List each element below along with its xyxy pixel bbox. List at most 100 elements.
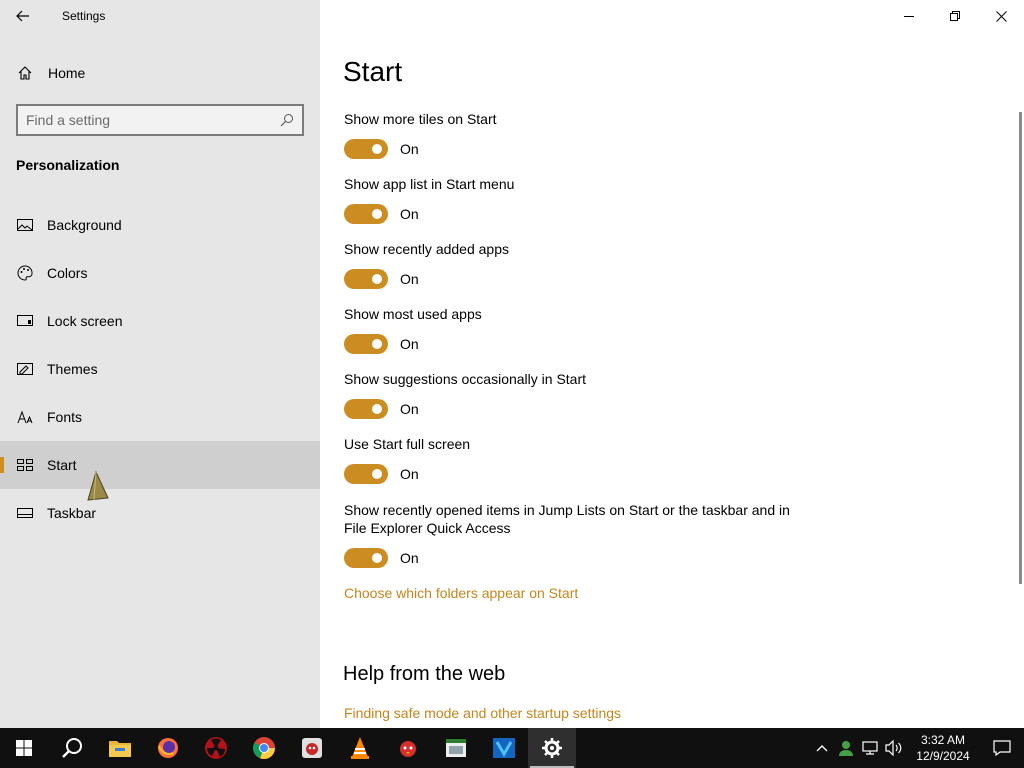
setting-label: Show app list in Start menu	[344, 176, 515, 192]
sidebar-item-label: Background	[47, 217, 122, 233]
v-app-icon	[493, 738, 515, 758]
start-button[interactable]	[0, 728, 48, 768]
toggle-state: On	[400, 141, 419, 157]
bird-app-icon	[400, 741, 416, 757]
taskbar-settings[interactable]	[528, 728, 576, 768]
taskbar-app-v[interactable]	[480, 728, 528, 768]
taskbar-file-explorer[interactable]	[96, 728, 144, 768]
toggle-state: On	[400, 401, 419, 417]
setting-label: Use Start full screen	[344, 436, 471, 452]
sidebar-item-fonts[interactable]: Fonts	[0, 393, 320, 441]
taskbar-search-button[interactable]	[48, 728, 96, 768]
setting-show-app-list: Show app list in Start menu On	[344, 175, 804, 225]
setting-jump-lists: Show recently opened items in Jump Lists…	[344, 501, 804, 569]
title-bar: Settings	[0, 0, 320, 32]
windows-logo-icon	[16, 740, 32, 756]
sidebar-item-colors[interactable]: Colors	[0, 249, 320, 297]
toggle-switch[interactable]	[344, 139, 388, 159]
radiation-icon	[205, 737, 227, 759]
taskbar-icon	[16, 504, 34, 522]
toggle-state: On	[400, 550, 419, 566]
chevron-up-icon	[816, 745, 828, 752]
restore-button[interactable]	[932, 0, 978, 32]
close-button[interactable]	[978, 0, 1024, 32]
help-section-title: Help from the web	[343, 663, 506, 685]
search-input[interactable]	[26, 112, 280, 128]
notification-icon	[993, 740, 1011, 756]
game-app-icon	[302, 738, 322, 758]
sidebar-item-background[interactable]: Background	[0, 201, 320, 249]
sidebar-item-home[interactable]: Home	[0, 52, 320, 94]
section-label-personalization: Personalization	[16, 157, 120, 173]
sidebar-item-label: Lock screen	[47, 313, 123, 329]
minimize-button[interactable]	[886, 0, 932, 32]
sidebar-item-taskbar[interactable]: Taskbar	[0, 489, 320, 537]
caption-buttons	[886, 0, 1024, 32]
home-icon	[16, 64, 34, 82]
back-button[interactable]	[0, 0, 46, 32]
toggle-switch[interactable]	[344, 204, 388, 224]
choose-folders-link[interactable]: Choose which folders appear on Start	[344, 585, 578, 601]
taskbar-firefox[interactable]	[144, 728, 192, 768]
network-button[interactable]	[858, 728, 882, 768]
taskbar-app-red[interactable]	[192, 728, 240, 768]
window-title: Settings	[62, 9, 106, 23]
home-label: Home	[48, 65, 86, 81]
taskbar-clock[interactable]: 3:32 AM 12/9/2024	[906, 732, 980, 764]
taskbar-chrome[interactable]	[240, 728, 288, 768]
sidebar-nav: Background Colors Lock screen Themes Fon…	[0, 201, 320, 537]
setting-most-used: Show most used apps On	[344, 305, 804, 355]
search-box[interactable]	[16, 104, 304, 136]
tray-user-app[interactable]	[834, 728, 858, 768]
taskbar-app-game[interactable]	[288, 728, 336, 768]
sidebar-item-start[interactable]: Start	[0, 441, 320, 489]
toggle-switch[interactable]	[344, 464, 388, 484]
toggle-switch[interactable]	[344, 399, 388, 419]
show-hidden-icons-button[interactable]	[810, 728, 834, 768]
sidebar-item-label: Start	[47, 457, 77, 473]
close-icon	[995, 10, 1007, 22]
lock-screen-icon	[16, 312, 34, 330]
sidebar-item-lock-screen[interactable]: Lock screen	[0, 297, 320, 345]
themes-icon	[16, 360, 34, 378]
fonts-icon	[16, 408, 34, 426]
system-tray: 3:32 AM 12/9/2024	[810, 728, 1024, 768]
toggle-switch[interactable]	[344, 548, 388, 568]
folder-icon	[109, 741, 131, 757]
minimize-icon	[904, 16, 914, 17]
toggle-state: On	[400, 206, 419, 222]
help-link-safe-mode[interactable]: Finding safe mode and other startup sett…	[344, 705, 621, 721]
setting-label: Show recently added apps	[344, 241, 509, 257]
user-status-icon	[839, 741, 853, 756]
palette-icon	[16, 264, 34, 282]
clock-date: 12/9/2024	[916, 749, 970, 763]
action-center-button[interactable]	[980, 728, 1024, 768]
network-icon	[862, 741, 878, 755]
setting-show-more-tiles: Show more tiles on Start On	[344, 110, 804, 160]
sidebar-item-themes[interactable]: Themes	[0, 345, 320, 393]
speaker-icon	[885, 740, 902, 756]
firefox-icon	[158, 738, 178, 758]
clock-time: 3:32 AM	[920, 733, 966, 747]
monitor-app-icon	[446, 739, 466, 757]
taskbar-vlc[interactable]	[336, 728, 384, 768]
taskbar-app-window[interactable]	[432, 728, 480, 768]
start-icon	[16, 456, 34, 474]
toggle-switch[interactable]	[344, 334, 388, 354]
search-icon	[62, 738, 82, 758]
picture-icon	[16, 216, 34, 234]
scrollbar[interactable]	[1019, 112, 1022, 584]
taskbar: 3:32 AM 12/9/2024	[0, 728, 1024, 768]
gear-icon	[542, 738, 562, 758]
cursor-icon	[87, 470, 109, 501]
setting-recently-added: Show recently added apps On	[344, 240, 804, 290]
sidebar: Settings Home Personalization Background…	[0, 0, 320, 728]
volume-button[interactable]	[882, 728, 906, 768]
chrome-icon	[252, 737, 276, 760]
setting-label: Show suggestions occasionally in Start	[344, 371, 587, 387]
sidebar-item-label: Fonts	[47, 409, 83, 425]
setting-full-screen: Use Start full screen On	[344, 435, 804, 485]
toggle-switch[interactable]	[344, 269, 388, 289]
setting-label: Show most used apps	[344, 306, 482, 322]
taskbar-app-bird[interactable]	[384, 728, 432, 768]
